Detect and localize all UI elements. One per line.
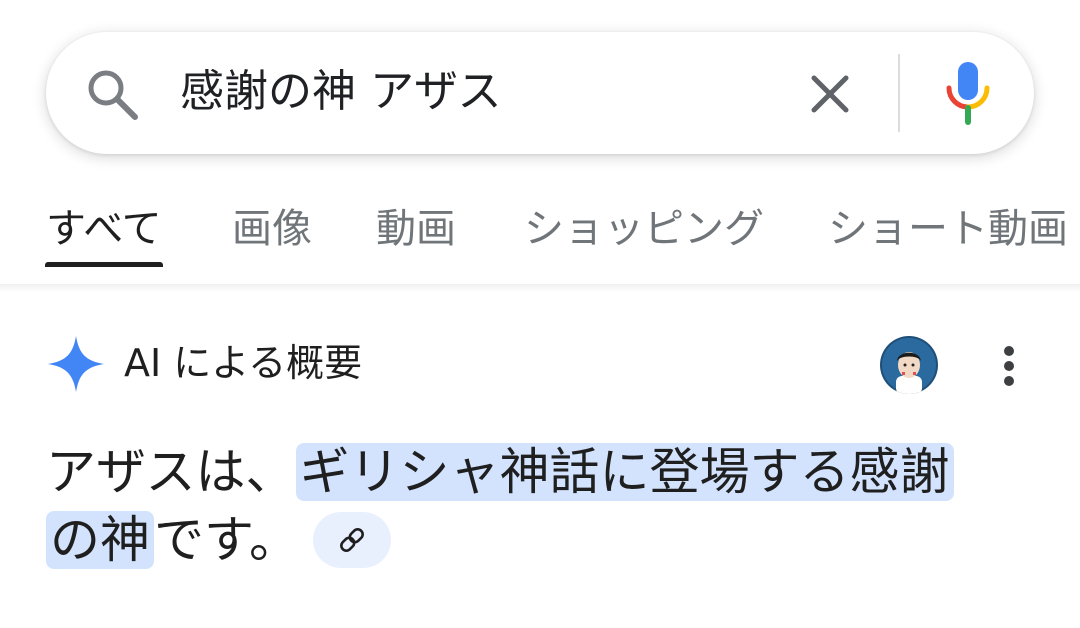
- tabs-divider: [0, 284, 1080, 292]
- answer-highlight[interactable]: ギリシャ神話に登場する感謝: [295, 443, 954, 501]
- more-options-button[interactable]: [990, 340, 1030, 392]
- more-dot: [1004, 376, 1014, 386]
- answer-suffix: です。: [154, 511, 299, 569]
- close-icon: [811, 75, 849, 113]
- answer-prefix: アザスは、: [46, 443, 296, 501]
- more-dot: [1004, 346, 1014, 356]
- tab-short-videos[interactable]: ショート動画: [828, 204, 1068, 254]
- answer-highlight-continued[interactable]: の神: [46, 511, 154, 569]
- more-dot: [1004, 361, 1014, 371]
- avatar-image: [880, 336, 938, 394]
- sparkle-icon: [48, 336, 104, 392]
- tab-all[interactable]: すべて: [46, 204, 162, 254]
- link-icon: [340, 527, 364, 552]
- ai-overview-answer: アザスは、ギリシャ神話に登場する感謝の神です。: [46, 438, 1046, 574]
- clear-search-button[interactable]: [800, 64, 860, 124]
- tab-videos[interactable]: 動画: [376, 204, 456, 254]
- search-results-page: 感謝の神 アザス すべて 画像 動画 ショッピング ショート動画 AI による概…: [0, 0, 1080, 628]
- tab-shopping[interactable]: ショッピング: [524, 204, 764, 254]
- mic-icon[interactable]: [940, 58, 996, 132]
- search-tabs: すべて 画像 動画 ショッピング ショート動画: [0, 186, 1080, 276]
- tab-images[interactable]: 画像: [232, 204, 312, 254]
- ai-overview-title: AI による概要: [124, 341, 363, 385]
- search-icon: [88, 70, 138, 120]
- avatar[interactable]: [880, 336, 938, 394]
- search-divider: [898, 54, 900, 132]
- source-link-button[interactable]: [313, 511, 391, 568]
- search-input[interactable]: 感謝の神 アザス: [180, 62, 502, 122]
- active-tab-indicator: [45, 262, 163, 267]
